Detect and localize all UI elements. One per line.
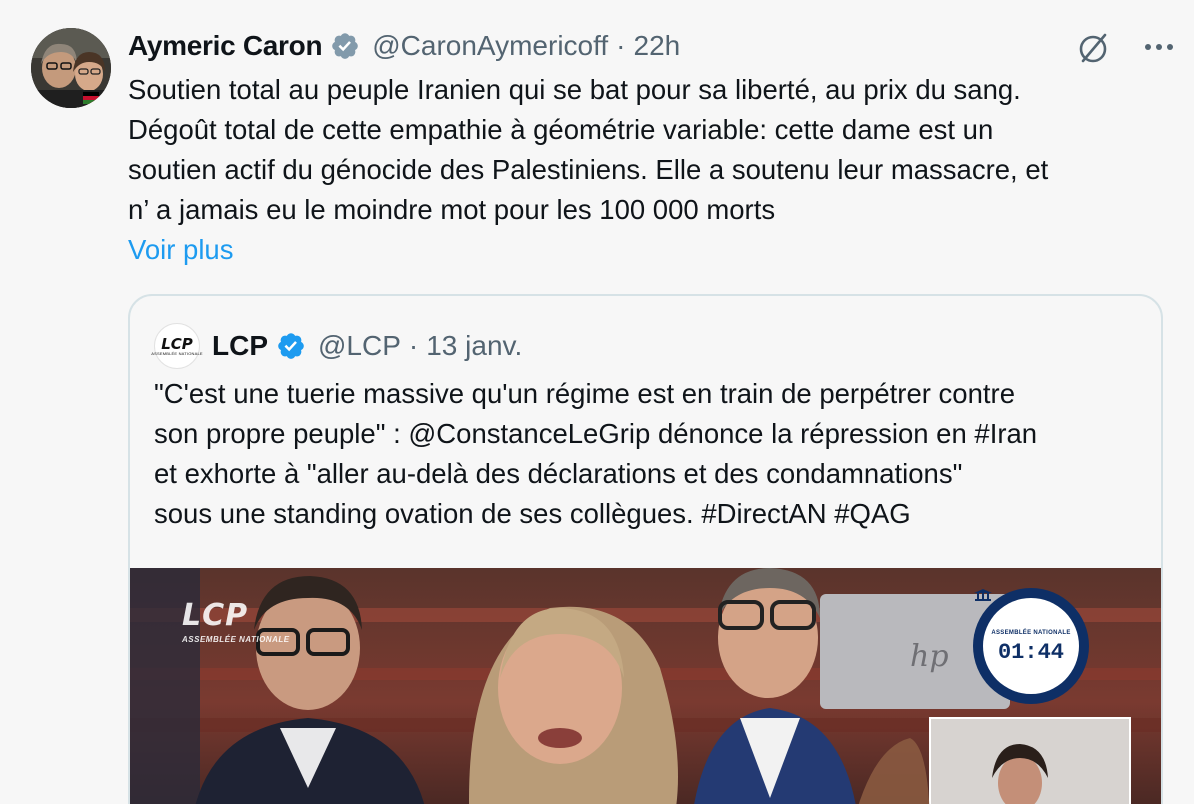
quoted-tweet[interactable]: LCP ASSEMBLÉE NATIONALE LCP @LCP · 13 ja… [128, 294, 1163, 804]
quoted-tweet-header: LCP ASSEMBLÉE NATIONALE LCP @LCP · 13 ja… [151, 323, 522, 369]
author-handle[interactable]: @CaronAymericoff [372, 30, 608, 62]
quoted-author-handle[interactable]: @LCP [318, 330, 401, 362]
separator-dot: · [408, 330, 419, 361]
quoted-text-line: et exhorte à "aller au-delà des déclarat… [154, 458, 963, 489]
tweet-actions [1074, 28, 1176, 66]
tweet-text-line: soutien actif du génocide des Palestinie… [128, 154, 1049, 185]
svg-text:hp: hp [910, 639, 949, 674]
quoted-author-name[interactable]: LCP [212, 330, 268, 362]
tweet-timestamp[interactable]: 22h [634, 30, 681, 62]
tweet: Aymeric Caron @CaronAymericoff · 22h Sou… [0, 0, 1194, 804]
tweet-text-line: n’ a jamais eu le moindre mot pour les 1… [128, 194, 776, 225]
timer-label: ASSEMBLÉE NATIONALE [991, 629, 1071, 636]
quoted-text-line: sous une standing ovation de ses collègu… [154, 498, 911, 529]
slashed-circle-icon[interactable] [1074, 28, 1112, 66]
author-avatar[interactable] [31, 28, 111, 108]
quoted-author-avatar[interactable]: LCP ASSEMBLÉE NATIONALE [151, 323, 203, 369]
assembly-building-icon [974, 589, 992, 601]
timer-value: 01:44 [997, 639, 1064, 665]
watermark-subtitle: ASSEMBLÉE NATIONALE [182, 635, 290, 644]
quoted-text-line: "C'est une tuerie massive qu'un régime e… [154, 378, 1015, 409]
tweet-text: Soutien total au peuple Iranien qui se b… [128, 70, 1168, 230]
quoted-text-line: son propre peuple" : @ConstanceLeGrip dé… [154, 418, 1038, 449]
verified-badge-icon [332, 33, 359, 59]
watermark-title: LCP [182, 598, 249, 633]
verified-badge-icon [278, 333, 304, 359]
author-name[interactable]: Aymeric Caron [128, 30, 323, 62]
quoted-tweet-date[interactable]: 13 janv. [426, 330, 522, 362]
tweet-text-line: Soutien total au peuple Iranien qui se b… [128, 74, 1021, 105]
quoted-avatar-logo-text: LCP [161, 334, 193, 353]
speaking-timer: ASSEMBLÉE NATIONALE 01:44 [973, 588, 1089, 704]
lcp-watermark: LCP ASSEMBLÉE NATIONALE [182, 598, 294, 650]
more-dots-icon[interactable] [1142, 30, 1176, 64]
tweet-header: Aymeric Caron @CaronAymericoff · 22h [128, 26, 680, 66]
timer-face: ASSEMBLÉE NATIONALE 01:44 [974, 589, 1079, 694]
video-thumbnail[interactable]: hp LCP ASSEMBLÉE NATIONALE ASSEMBLÉE NAT… [130, 568, 1161, 804]
tweet-text-line: Dégoût total de cette empathie à géométr… [128, 114, 994, 145]
separator-dot: · [616, 30, 626, 61]
quoted-tweet-text: "C'est une tuerie massive qu'un régime e… [154, 374, 1144, 534]
show-more-link[interactable]: Voir plus [128, 230, 233, 270]
quoted-avatar-logo-subtext: ASSEMBLÉE NATIONALE [151, 350, 203, 356]
